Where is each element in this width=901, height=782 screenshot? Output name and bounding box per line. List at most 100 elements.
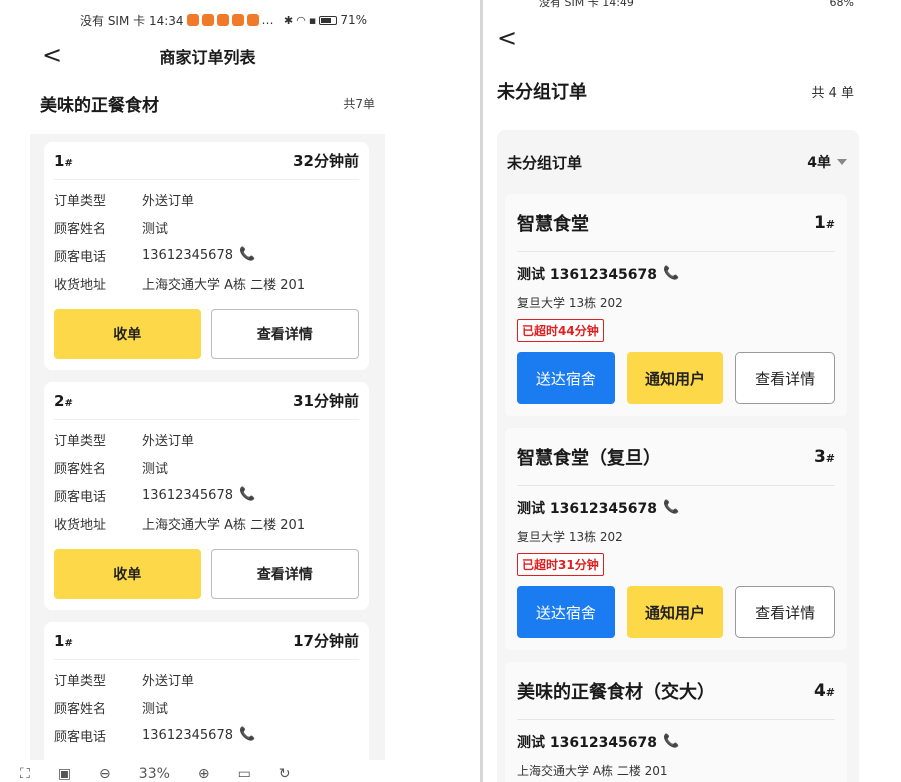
notification-icon	[201, 14, 214, 26]
order-time-ago: 17分钟前	[293, 632, 359, 650]
customer-info: 测试 13612345678	[517, 501, 658, 517]
customer-info: 测试 13612345678	[517, 735, 658, 751]
customer-phone: 13612345678	[142, 487, 233, 503]
order-card: 1# 32分钟前 订单类型 外送订单 顾客姓名 测试 顾客电话 13612345678…	[44, 142, 369, 370]
customer-name: 测试	[142, 701, 169, 717]
delivery-address: 复旦大学 13栋 202	[517, 530, 623, 544]
zoom-out-icon[interactable]: ⊖	[99, 766, 111, 782]
accept-order-button[interactable]: 收单	[54, 549, 201, 599]
label-customer-name: 顾客姓名	[54, 221, 107, 237]
notification-icon	[216, 14, 229, 26]
overtime-badge: 已超时31分钟	[517, 553, 604, 576]
notify-user-button[interactable]: 通知用户	[626, 586, 724, 638]
order-card: 智慧食堂（复旦） 3# 测试 13612345678 📞 复旦大学 13栋 202…	[505, 428, 847, 650]
order-time-ago: 32分钟前	[293, 152, 359, 170]
group-count: 4单	[807, 155, 831, 171]
page-title: 商家订单列表	[159, 48, 256, 67]
order-type: 外送订单	[142, 673, 195, 689]
battery-percent: 71%	[340, 13, 367, 27]
order-card: 美味的正餐食材（交大） 4# 测试 13612345678 📞 上海交通大学 A栋…	[505, 662, 847, 782]
phone-icon[interactable]: 📞	[239, 728, 255, 742]
status-bar: 没有 SIM 卡 14:34 … ✱ ◠ ▪ 71%	[30, 0, 385, 40]
phone-icon[interactable]: 📞	[239, 488, 255, 502]
crop-icon[interactable]: ▭	[238, 766, 251, 782]
carrier-time: 没有 SIM 卡 14:49	[539, 0, 634, 9]
order-type: 外送订单	[142, 193, 195, 209]
wifi-icon: ◠	[296, 13, 306, 27]
customer-name: 测试	[142, 221, 169, 237]
label-customer-name: 顾客姓名	[54, 701, 107, 717]
status-bar: 没有 SIM 卡 14:49 68%	[483, 0, 868, 12]
customer-name: 测试	[142, 461, 169, 477]
group-title: 未分组订单	[507, 153, 583, 172]
label-customer-phone: 顾客电话	[54, 249, 107, 265]
customer-info: 测试 13612345678	[517, 267, 658, 283]
customer-phone: 13612345678	[142, 247, 233, 263]
canteen-name: 智慧食堂	[517, 213, 589, 235]
notify-user-button[interactable]: 通知用户	[626, 352, 724, 404]
order-hash: #	[64, 637, 73, 649]
order-time-ago: 31分钟前	[293, 392, 359, 410]
notification-icon	[246, 14, 259, 26]
order-hash: #	[825, 451, 835, 465]
phone-icon[interactable]: 📞	[663, 501, 679, 515]
order-number: 1	[54, 151, 65, 170]
back-chevron-icon[interactable]: <	[497, 24, 517, 52]
merchant-order-list-screen: 没有 SIM 卡 14:34 … ✱ ◠ ▪ 71% < 商家订单列表 美味的正…	[30, 0, 385, 760]
nfc-icon: ▪	[308, 13, 317, 27]
customer-phone: 13612345678	[142, 727, 233, 743]
battery-percent: 68%	[829, 0, 854, 9]
fit-screen-icon[interactable]: ⛶	[20, 766, 30, 782]
caret-down-icon[interactable]	[837, 159, 847, 165]
overtime-badge: 已超时44分钟	[517, 319, 604, 342]
canteen-name: 美味的正餐食材（交大）	[517, 681, 715, 703]
zoom-in-icon[interactable]: ⊕	[198, 766, 210, 782]
actual-size-icon[interactable]: ▣	[58, 766, 71, 782]
phone-icon[interactable]: 📞	[663, 735, 679, 749]
ungrouped-orders-screen: 没有 SIM 卡 14:49 68% < 未分组订单 共 4 单 未分组订单 4…	[483, 0, 868, 782]
battery-icon	[319, 15, 338, 25]
rotate-icon[interactable]: ↻	[279, 766, 291, 782]
order-card: 2# 31分钟前 订单类型 外送订单 顾客姓名 测试 顾客电话 13612345678…	[44, 382, 369, 610]
phone-icon[interactable]: 📞	[239, 248, 255, 262]
label-customer-phone: 顾客电话	[54, 729, 107, 745]
delivery-address: 上海交通大学 A栋 二楼 201	[142, 277, 306, 293]
deliver-dorm-button[interactable]: 送达宿舍	[517, 352, 615, 404]
back-chevron-icon[interactable]: <	[42, 41, 62, 69]
label-customer-name: 顾客姓名	[54, 461, 107, 477]
view-details-button[interactable]: 查看详情	[210, 309, 359, 359]
delivery-address: 上海交通大学 A栋 二楼 201	[142, 517, 306, 533]
notification-icon	[186, 14, 199, 26]
order-card: 智慧食堂 1# 测试 13612345678 📞 复旦大学 13栋 202 已超时…	[505, 194, 847, 416]
canteen-name: 智慧食堂（复旦）	[517, 447, 661, 469]
accept-order-button[interactable]: 收单	[54, 309, 201, 359]
order-card: 1# 17分钟前 订单类型 外送订单 顾客姓名 测试 顾客电话 13612345678…	[44, 622, 369, 760]
carrier-time: 没有 SIM 卡 14:34	[80, 13, 184, 28]
shop-name: 美味的正餐食材	[40, 95, 159, 116]
phone-icon[interactable]: 📞	[663, 267, 679, 281]
label-order-type: 订单类型	[54, 193, 107, 209]
order-count: 共7单	[343, 96, 375, 111]
nav-bar: <	[483, 12, 868, 62]
more-notifications: …	[261, 13, 274, 27]
view-details-button[interactable]: 查看详情	[735, 586, 835, 638]
order-number: 3	[813, 446, 826, 467]
order-hash: #	[825, 217, 835, 231]
viewer-toolbar: ⛶ ▣ ⊖ 33% ⊕ ▭ ↻	[0, 764, 480, 782]
page-header: 未分组订单 共 4 单	[483, 62, 868, 120]
view-details-button[interactable]: 查看详情	[210, 549, 359, 599]
order-number: 4	[813, 680, 826, 701]
notification-icon	[231, 14, 244, 26]
order-hash: #	[64, 157, 73, 169]
page-title: 未分组订单	[497, 82, 587, 103]
zoom-level: 33%	[138, 766, 170, 782]
order-count: 共 4 单	[811, 85, 854, 101]
view-details-button[interactable]: 查看详情	[735, 352, 835, 404]
order-group: 未分组订单 4单 智慧食堂 1# 测试 13612345678 📞 复旦大学 13…	[497, 130, 859, 782]
deliver-dorm-button[interactable]: 送达宿舍	[517, 586, 615, 638]
order-hash: #	[64, 397, 73, 409]
group-header[interactable]: 未分组订单 4单	[497, 130, 859, 194]
order-type: 外送订单	[142, 433, 195, 449]
label-address: 收货地址	[54, 277, 107, 293]
order-number: 1	[54, 631, 65, 650]
